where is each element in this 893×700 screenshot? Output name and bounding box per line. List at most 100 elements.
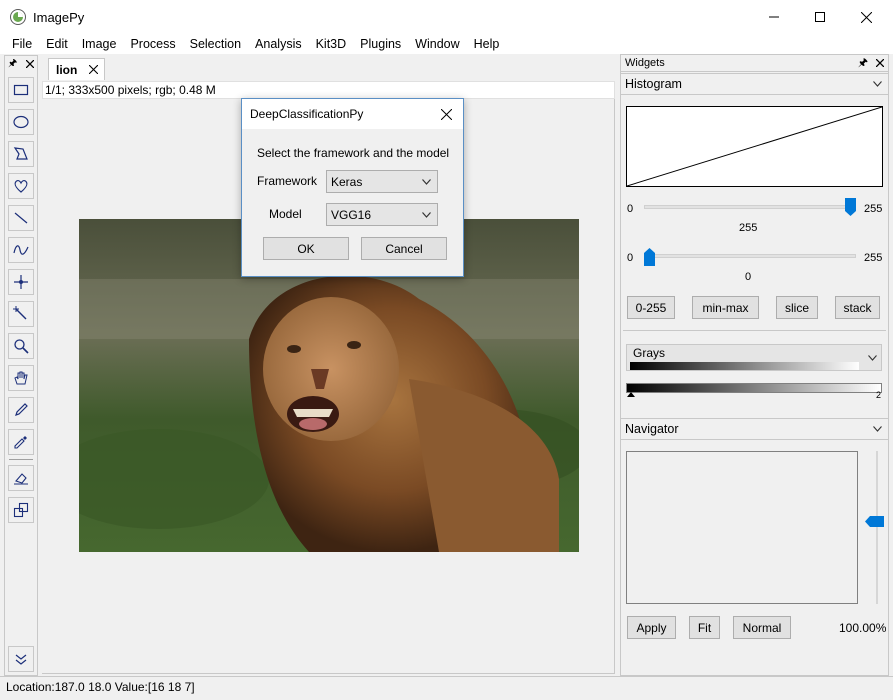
menu-plugins[interactable]: Plugins xyxy=(353,34,408,54)
slice-button[interactable]: slice xyxy=(776,296,818,319)
window-title: ImagePy xyxy=(33,10,85,25)
tab-lion[interactable]: lion xyxy=(48,58,105,80)
wave-icon xyxy=(13,245,29,255)
menu-edit[interactable]: Edit xyxy=(39,34,75,54)
slider1-max: 255 xyxy=(864,203,883,215)
more-tools-button[interactable] xyxy=(8,646,34,672)
close-tab-icon[interactable] xyxy=(89,65,99,74)
divider xyxy=(623,330,886,331)
transform-tool[interactable] xyxy=(8,497,34,523)
maximize-button[interactable] xyxy=(797,0,843,34)
freeline-tool[interactable] xyxy=(8,237,34,263)
zoom-level: 100.00% xyxy=(839,621,887,635)
zoom-slider-track[interactable] xyxy=(876,451,878,604)
crosshair-icon xyxy=(14,275,28,289)
chevron-down-icon xyxy=(422,178,431,185)
magic-wand-tool[interactable] xyxy=(8,301,34,327)
menu-image[interactable]: Image xyxy=(75,34,124,54)
slider1-thumb[interactable] xyxy=(845,198,856,216)
model-select[interactable]: VGG16 xyxy=(326,203,438,226)
transform-icon xyxy=(13,502,29,518)
menu-help[interactable]: Help xyxy=(467,34,507,54)
cancel-button[interactable]: Cancel xyxy=(361,237,447,260)
histogram-section-header[interactable]: Histogram xyxy=(621,73,888,95)
menu-window[interactable]: Window xyxy=(408,34,466,54)
dialog-title: DeepClassificationPy xyxy=(250,107,364,121)
point-tool[interactable] xyxy=(8,269,34,295)
ok-button[interactable]: OK xyxy=(263,237,349,260)
close-panel-icon[interactable] xyxy=(26,60,34,68)
navigator-label: Navigator xyxy=(625,422,679,436)
double-chevron-down-icon xyxy=(15,654,27,665)
menu-analysis[interactable]: Analysis xyxy=(248,34,309,54)
lut-value: Grays xyxy=(633,345,666,360)
slider1-track[interactable] xyxy=(644,205,856,209)
pin-icon[interactable]: 🖈 xyxy=(858,54,868,73)
line-icon xyxy=(14,212,28,224)
tool-panel: 🖈 xyxy=(4,55,38,676)
rectangle-tool[interactable] xyxy=(8,77,34,103)
navigator-section-header[interactable]: Navigator xyxy=(621,418,888,440)
close-icon xyxy=(860,11,872,23)
model-label: Model xyxy=(269,207,302,221)
widgets-title: Widgets xyxy=(625,57,665,69)
slider2-min: 0 xyxy=(627,252,634,264)
histogram-label: Histogram xyxy=(625,77,682,91)
minimize-button[interactable] xyxy=(751,0,797,34)
zoom-slider-thumb[interactable] xyxy=(865,516,884,527)
lut-min-marker xyxy=(627,392,635,397)
pin-icon[interactable]: 🖈 xyxy=(8,56,17,73)
freehand-tool[interactable] xyxy=(8,173,34,199)
tab-label: lion xyxy=(56,62,78,77)
menu-process[interactable]: Process xyxy=(123,34,182,54)
slider2-value: 0 xyxy=(745,271,752,283)
dialog-prompt: Select the framework and the model xyxy=(257,146,450,160)
pencil-icon xyxy=(15,403,28,416)
polygon-tool[interactable] xyxy=(8,141,34,167)
line-tool[interactable] xyxy=(8,205,34,231)
slider2-track[interactable] xyxy=(644,254,856,258)
chevron-down-icon xyxy=(422,211,431,218)
imagepy-logo-icon xyxy=(10,9,26,25)
polygon-icon xyxy=(13,147,28,160)
menu-file[interactable]: File xyxy=(5,34,39,54)
pencil-tool[interactable] xyxy=(8,397,34,423)
zoom-tool[interactable] xyxy=(8,333,34,359)
dialog-close-button[interactable] xyxy=(435,104,457,124)
image-info: 1/1; 333x500 pixels; rgb; 0.48 M xyxy=(42,81,615,99)
menu-selection[interactable]: Selection xyxy=(183,34,248,54)
slider1-value: 255 xyxy=(739,222,758,234)
menu-kit3d[interactable]: Kit3D xyxy=(309,34,354,54)
framework-label: Framework xyxy=(257,174,318,188)
fit-button[interactable]: Fit xyxy=(689,616,720,639)
range-0-255-button[interactable]: 0-255 xyxy=(627,296,675,319)
navigator-preview[interactable] xyxy=(626,451,858,604)
eyedropper-icon xyxy=(14,436,27,449)
lut-max-marker: 2 xyxy=(876,390,882,400)
fill-tool[interactable] xyxy=(8,465,34,491)
slider1-min: 0 xyxy=(627,203,634,215)
close-window-button[interactable] xyxy=(843,0,889,34)
widgets-header: Widgets 🖈 xyxy=(621,55,888,72)
stack-button[interactable]: stack xyxy=(835,296,880,319)
color-picker-tool[interactable] xyxy=(8,429,34,455)
hand-tool[interactable] xyxy=(8,365,34,391)
normal-button[interactable]: Normal xyxy=(733,616,791,639)
maximize-icon xyxy=(815,12,825,22)
title-bar: ImagePy xyxy=(0,0,893,34)
close-panel-icon[interactable] xyxy=(876,59,884,67)
chevron-down-icon xyxy=(873,81,882,87)
apply-button[interactable]: Apply xyxy=(627,616,676,639)
deep-classification-dialog: DeepClassificationPy Select the framewor… xyxy=(241,98,464,277)
menu-bar: File Edit Image Process Selection Analys… xyxy=(0,34,893,54)
min-max-button[interactable]: min-max xyxy=(692,296,759,319)
dialog-title-bar: DeepClassificationPy xyxy=(242,99,463,129)
ellipse-icon xyxy=(13,115,29,129)
slider2-thumb[interactable] xyxy=(644,248,655,266)
rectangle-icon xyxy=(13,84,29,96)
framework-value: Keras xyxy=(331,174,363,189)
framework-select[interactable]: Keras xyxy=(326,170,438,193)
hand-icon xyxy=(14,371,28,385)
close-icon xyxy=(440,108,452,120)
ellipse-tool[interactable] xyxy=(8,109,34,135)
